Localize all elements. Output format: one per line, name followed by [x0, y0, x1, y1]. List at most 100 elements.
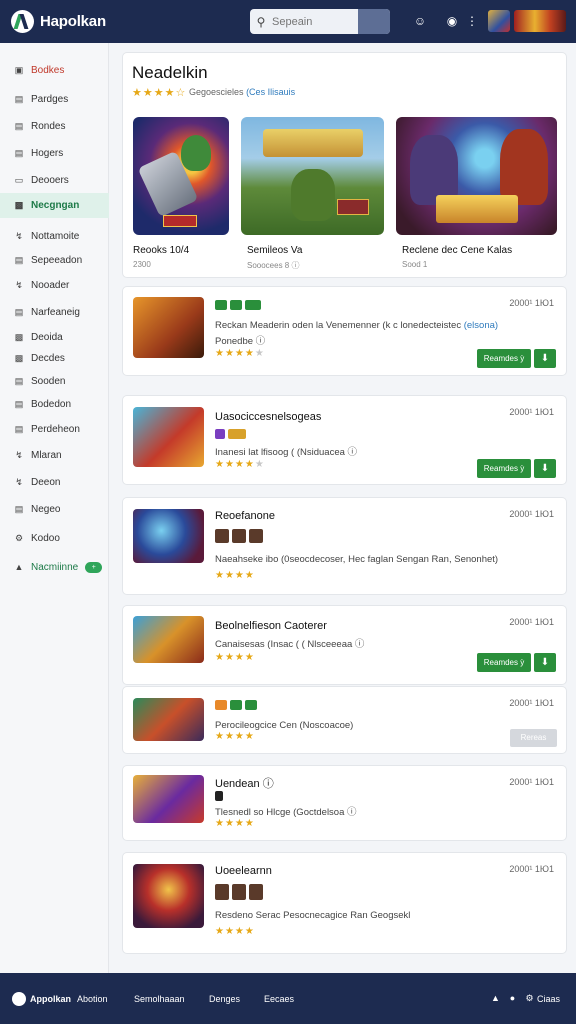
rating-stars: ★★★★ — [215, 570, 255, 581]
sidebar-item-label: Sooden — [31, 375, 66, 387]
link-icon: ↯ — [15, 449, 23, 460]
list-icon: ▤ — [14, 254, 24, 265]
sidebar-item-label: Sepeeadon — [31, 254, 83, 266]
release-date: 2000¹ 1Ю1 — [509, 698, 554, 708]
download-button[interactable]: ⬇ — [534, 459, 556, 478]
list-icon: ▤ — [14, 306, 24, 317]
sidebar-item-6[interactable]: ↯ Nottamoite — [0, 226, 109, 246]
footer-link[interactable]: Abotion — [77, 994, 108, 1004]
rating-stars: ★★★★ — [215, 818, 255, 829]
game-title: Beolnelfieson Caoterer — [215, 620, 327, 632]
rating-filled: ★★★★ — [215, 459, 255, 470]
sidebar-item-8[interactable]: ↯ Nooader — [0, 275, 109, 295]
sidebar-item-9[interactable]: ▤ Narfeaneig — [0, 302, 109, 322]
download-button[interactable]: ⬇ — [534, 653, 556, 672]
subtitle-tag[interactable]: (Ces Ilisauis — [246, 87, 295, 97]
sidebar-item-label: Mlaran — [31, 449, 62, 461]
game-description: Resdeno Serac Pesocnecagice Ran Geogsekl — [215, 910, 411, 921]
promo-banner-thumb[interactable] — [514, 10, 566, 32]
sidebar-item-label: Necgngan — [31, 200, 80, 211]
game-list-item[interactable]: Uoeelearnn 2000¹ 1Ю1 Resdeno Serac Pesoc… — [122, 852, 567, 954]
game-name: Reooks 10/4 — [133, 245, 190, 256]
get-button[interactable]: Reamdes ỳ — [477, 459, 531, 478]
platform-icon — [232, 529, 246, 543]
download-button[interactable]: ⬇ — [534, 349, 556, 368]
settings-icon[interactable]: ⚙ — [524, 993, 535, 1004]
featured-game-card[interactable]: Semileos Va Sooocees 8 ⓘ — [241, 117, 384, 270]
list-icon: ▤ — [14, 503, 24, 514]
sidebar-item-12[interactable]: ▤ Sooden — [0, 371, 109, 391]
game-list-item[interactable]: Beolnelfieson Caoterer 2000¹ 1Ю1 Canaise… — [122, 605, 567, 685]
rating-stars: ★★★★☆ — [132, 87, 187, 99]
sidebar-item-5[interactable]: ▩ Necgngan — [0, 193, 109, 218]
get-button[interactable]: Reamdes ỳ — [477, 349, 531, 368]
avatar[interactable] — [488, 10, 510, 32]
game-list-item[interactable]: Uasociccesnelsogeas 2000¹ 1Ю1 Inanesi la… — [122, 395, 567, 485]
sidebar-item-4[interactable]: ▭ Deooers — [0, 170, 109, 190]
sidebar-item-10[interactable]: ▩ Deoida — [0, 327, 109, 347]
game-list-item[interactable]: Reoefanone 2000¹ 1Ю1 Naeahseke ibo (0seo… — [122, 497, 567, 595]
app-logo[interactable]: Hapolkan — [11, 10, 106, 33]
game-description: Tlesnedl so Hlcge (Goctdelsoa ⓘ — [215, 807, 357, 818]
featured-game-card[interactable]: Reooks 10/4 2300 — [133, 117, 229, 269]
game-description: Reckan Meaderin oden la Venemenner (k c … — [215, 320, 498, 331]
search-icon: ⚲ — [256, 14, 266, 29]
footer-brand[interactable]: Appolkan — [30, 994, 71, 1004]
sidebar-item-1[interactable]: ▤ Pardges — [0, 89, 109, 109]
sidebar-item-16[interactable]: ↯ Deeon — [0, 472, 109, 492]
install-button[interactable]: Rereas — [510, 729, 557, 747]
sidebar-item-label: Deoida — [31, 331, 63, 343]
featured-game-card[interactable]: Reclene dec Cene Kalas Sood 1 — [396, 117, 557, 269]
footer-link[interactable]: Eecaes — [264, 994, 294, 1004]
platform-icon — [232, 884, 246, 900]
sidebar-item-label: Bodedon — [31, 398, 72, 410]
sidebar-item-15[interactable]: ↯ Mlaran — [0, 445, 109, 465]
search-bar[interactable]: ⚲ — [250, 9, 390, 34]
platform-icon — [230, 300, 242, 310]
footer-right-label[interactable]: Ciaas — [537, 994, 560, 1004]
game-thumbnail — [133, 407, 204, 467]
sidebar-item-label: Kodoo — [31, 532, 60, 544]
sidebar-item-label: Decdes — [31, 352, 65, 364]
release-date: 2000¹ 1Ю1 — [509, 407, 554, 417]
game-list-item[interactable]: 2000¹ 1Ю1 Perocileogcice Cen (Noscoacoe)… — [122, 686, 567, 754]
game-list-item[interactable]: 2000¹ 1Ю1 Reckan Meaderin oden la Veneme… — [122, 286, 567, 376]
game-description: Naeahseke ibo (0seocdecoser, Hec faglan … — [215, 554, 499, 565]
footer-link[interactable]: Denges — [209, 994, 240, 1004]
sidebar-item-label: Deooers — [31, 174, 69, 186]
footer-link[interactable]: Semolhaaan — [134, 994, 185, 1004]
rating-empty: ★ — [254, 348, 265, 359]
sidebar-item-2[interactable]: ▤ Rondes — [0, 116, 109, 136]
sidebar-item-label: Pardges — [31, 93, 69, 105]
list-icon: ▤ — [14, 93, 24, 104]
share-icon[interactable]: ▲ — [490, 993, 501, 1004]
sidebar-item-3[interactable]: ▤ Hogers — [0, 143, 109, 163]
platform-icon — [215, 700, 227, 710]
sidebar-item-label: Deeon — [31, 476, 61, 488]
info-icon[interactable]: ● — [507, 993, 518, 1004]
platform-badges — [215, 791, 223, 801]
platform-badges — [215, 429, 246, 439]
list-icon: ▤ — [14, 423, 24, 434]
game-list-item[interactable]: Uendean ⓘ 2000¹ 1Ю1 Tlesnedl so Hlcge (G… — [122, 765, 567, 841]
game-thumbnail — [133, 775, 204, 823]
search-input[interactable] — [272, 15, 356, 28]
sidebar-item-17[interactable]: ▤ Negeo — [0, 499, 109, 519]
more-icon[interactable]: ⋮ — [466, 13, 478, 29]
description-link[interactable]: (elsona) — [464, 320, 498, 331]
sidebar-item-18[interactable]: ⚙ Kodoo — [0, 528, 109, 548]
sidebar-item-13[interactable]: ▤ Bodedon — [0, 394, 109, 414]
notification-icon[interactable]: ◉ — [444, 13, 460, 29]
sidebar-item-14[interactable]: ▤ Perdeheon — [0, 419, 109, 439]
search-submit-button[interactable] — [358, 9, 390, 34]
sidebar-item-0[interactable]: ▣ Bodkes — [0, 60, 109, 80]
game-thumbnail — [241, 117, 384, 235]
link-icon: ↯ — [15, 230, 23, 241]
rating-empty: ★ — [254, 459, 265, 470]
smiley-icon[interactable]: ☺ — [412, 13, 428, 29]
sidebar-item-11[interactable]: ▩ Decdes — [0, 348, 109, 368]
rating-stars: ★★★★ — [215, 652, 255, 663]
sidebar-item-7[interactable]: ▤ Sepeeadon — [0, 250, 109, 270]
sidebar-item-19[interactable]: ▲ Nacmiinne + — [0, 557, 109, 577]
get-button[interactable]: Reamdes ỳ — [477, 653, 531, 672]
